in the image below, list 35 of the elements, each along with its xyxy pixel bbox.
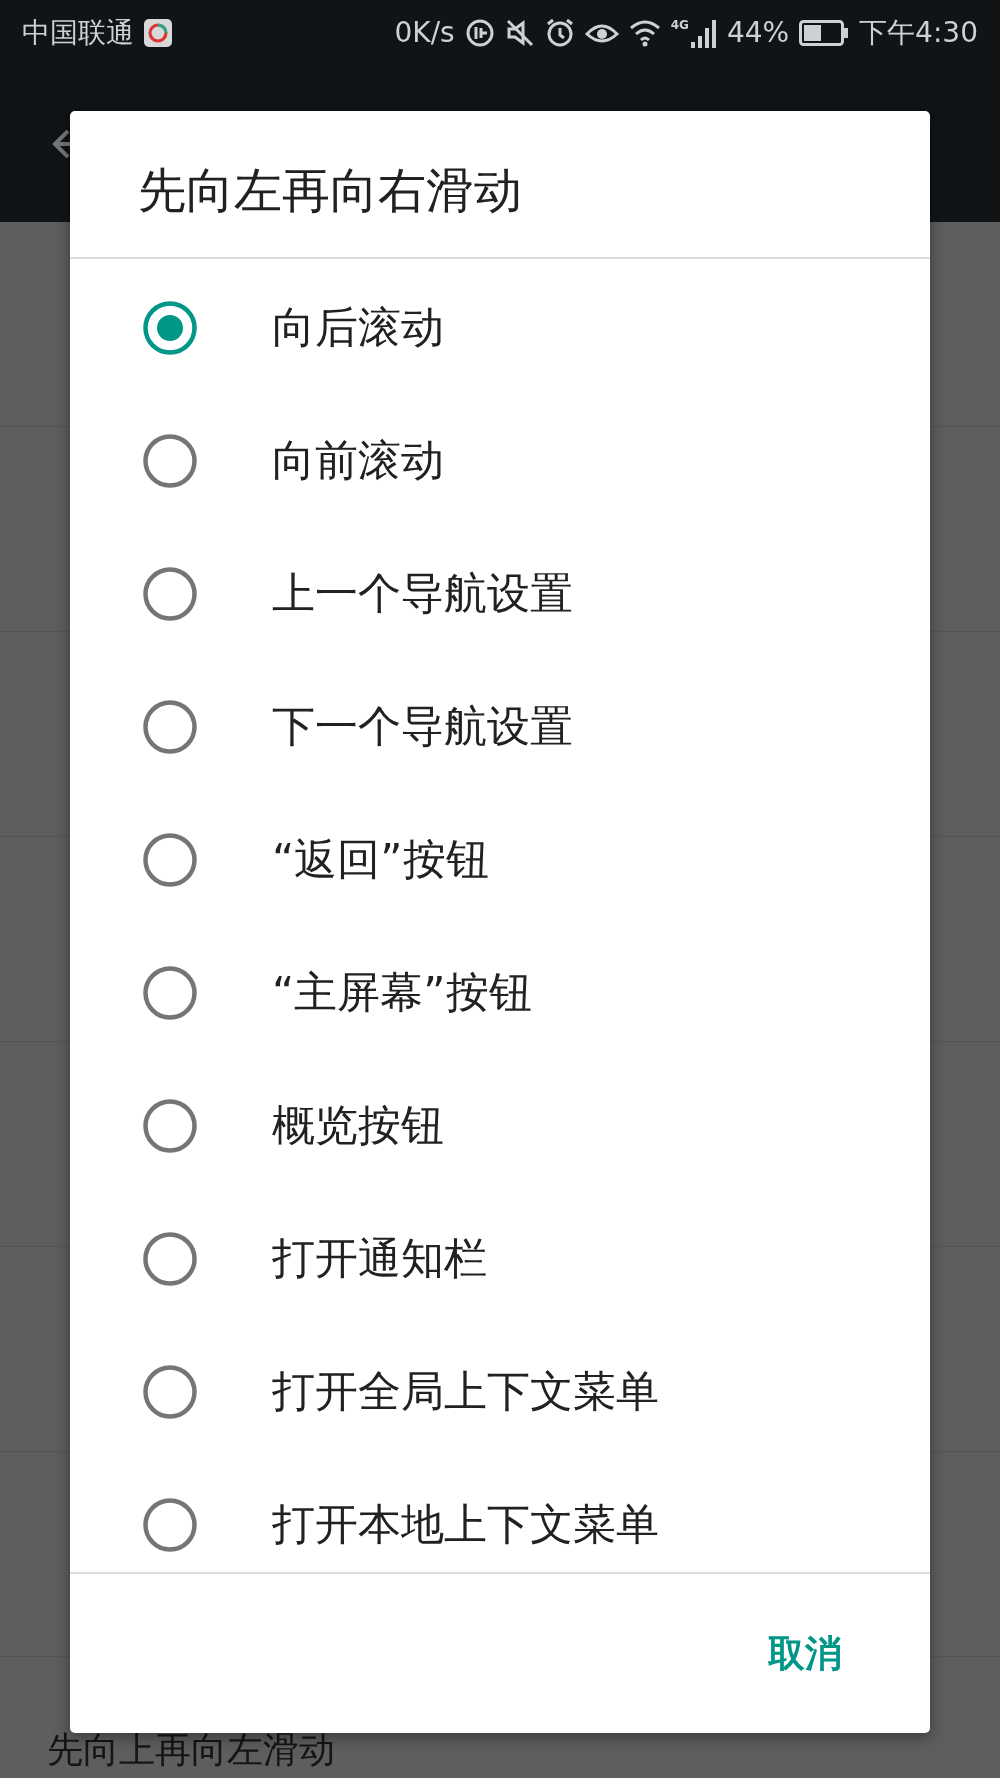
radio-unselected[interactable] xyxy=(142,831,198,888)
network-speed: 0K/s xyxy=(394,16,455,49)
option-label[interactable]: 打开通知栏 xyxy=(272,1229,487,1288)
radio-unselected[interactable] xyxy=(142,964,198,1021)
radio-selected[interactable] xyxy=(142,299,198,356)
network-type: 4G xyxy=(670,17,689,32)
battery-icon xyxy=(799,19,850,46)
option-label[interactable]: “返回”按钮 xyxy=(272,830,489,889)
option-label[interactable]: 打开全局上下文菜单 xyxy=(272,1362,659,1421)
option-label[interactable]: 向前滚动 xyxy=(272,431,444,490)
mute-icon xyxy=(504,17,535,48)
radio-unselected[interactable] xyxy=(142,1097,198,1154)
cancel-button[interactable]: 取消 xyxy=(764,1618,846,1689)
radio-unselected[interactable] xyxy=(142,565,198,622)
radio-unselected[interactable] xyxy=(142,432,198,489)
option-label[interactable]: 打开本地上下文菜单 xyxy=(272,1495,659,1554)
option-label[interactable]: 上一个导航设置 xyxy=(272,564,573,623)
signal-icon xyxy=(690,17,717,48)
option-label[interactable]: 下一个导航设置 xyxy=(272,697,573,756)
carrier-name: 中国联通 xyxy=(22,14,134,51)
option-label[interactable]: 向后滚动 xyxy=(272,298,444,357)
option-label[interactable]: “主屏幕”按钮 xyxy=(272,963,532,1022)
radio-unselected[interactable] xyxy=(142,1496,198,1553)
option-label[interactable]: 概览按钮 xyxy=(272,1096,444,1155)
clock: 下午4:30 xyxy=(859,14,978,51)
alarm-icon xyxy=(544,17,575,48)
wifi-icon xyxy=(628,18,661,47)
radio-unselected[interactable] xyxy=(142,698,198,755)
dialog-title: 先向左再向右滑动 xyxy=(70,111,930,259)
radio-unselected[interactable] xyxy=(142,1230,198,1287)
data-saver-icon xyxy=(464,17,495,48)
app-icon xyxy=(144,18,172,47)
row-title: 先向上再向左滑动 xyxy=(47,1729,335,1770)
radio-unselected[interactable] xyxy=(142,1363,198,1420)
battery-percent: 44% xyxy=(726,16,790,49)
